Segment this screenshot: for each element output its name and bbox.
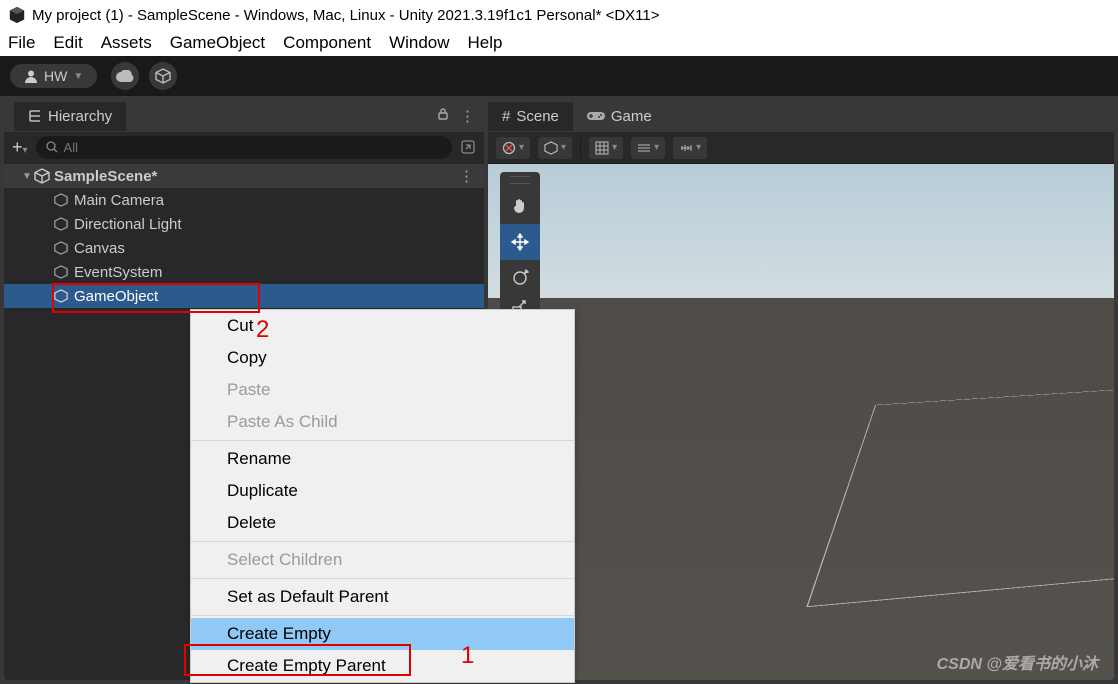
- gameobject-icon: [54, 193, 74, 207]
- ctx-create-empty-parent[interactable]: Create Empty Parent: [191, 650, 574, 682]
- scene-row[interactable]: ▼ SampleScene* ⋮: [4, 164, 484, 188]
- hierarchy-search-input[interactable]: [64, 140, 442, 155]
- item-label: Directional Light: [74, 216, 182, 233]
- hierarchy-tab[interactable]: Hierarchy: [14, 102, 126, 131]
- window-title: My project (1) - SampleScene - Windows, …: [32, 7, 660, 24]
- unity-scene-icon: [34, 168, 54, 184]
- toolbar-increment[interactable]: ▾: [673, 137, 707, 159]
- item-label: EventSystem: [74, 264, 162, 281]
- ctx-delete[interactable]: Delete: [191, 507, 574, 539]
- canvas-wireframe: [806, 373, 1114, 607]
- toolbar-grid[interactable]: ▾: [589, 137, 623, 159]
- tool-palette: [500, 172, 540, 320]
- search-link-icon[interactable]: [460, 139, 476, 155]
- cloud-button[interactable]: [111, 62, 139, 90]
- menu-edit[interactable]: Edit: [53, 33, 82, 53]
- ctx-select-children: Select Children: [191, 544, 574, 576]
- watermark: CSDN @爱看书的小沐: [937, 650, 1098, 674]
- scene-tabbar: # Scene Game: [488, 100, 1114, 132]
- scene-toolbar: ▾ ▾ ▾ ▾ ▾: [488, 132, 1114, 164]
- hierarchy-title: Hierarchy: [48, 108, 112, 125]
- menu-assets[interactable]: Assets: [101, 33, 152, 53]
- gameobject-icon: [54, 289, 74, 303]
- hand-tool[interactable]: [500, 188, 540, 224]
- ctx-separator: [191, 440, 574, 441]
- user-label: HW: [44, 68, 67, 84]
- hierarchy-search[interactable]: [36, 136, 452, 159]
- context-menu: Cut Copy Paste Paste As Child Rename Dup…: [190, 309, 575, 683]
- scene-tab[interactable]: # Scene: [488, 102, 573, 131]
- toolbar-snap[interactable]: ▾: [631, 137, 665, 159]
- scene-viewport[interactable]: [488, 164, 1114, 680]
- move-tool[interactable]: [500, 224, 540, 260]
- menu-help[interactable]: Help: [468, 33, 503, 53]
- create-dropdown[interactable]: +▾: [12, 137, 28, 158]
- scene-name: SampleScene*: [54, 168, 157, 185]
- menu-window[interactable]: Window: [389, 33, 449, 53]
- game-tab-icon: [587, 110, 605, 122]
- chevron-down-icon[interactable]: ▼: [22, 171, 34, 182]
- ctx-cut[interactable]: Cut: [191, 310, 574, 342]
- ctx-duplicate[interactable]: Duplicate: [191, 475, 574, 507]
- ctx-copy[interactable]: Copy: [191, 342, 574, 374]
- hierarchy-icon: [28, 109, 42, 123]
- scene-kebab-icon[interactable]: ⋮: [459, 167, 474, 185]
- chevron-down-icon: ▼: [73, 71, 83, 82]
- kebab-icon[interactable]: ⋮: [460, 107, 474, 125]
- gameobject-icon: [54, 217, 74, 231]
- ctx-rename[interactable]: Rename: [191, 443, 574, 475]
- hierarchy-item-canvas[interactable]: Canvas: [4, 236, 484, 260]
- item-label: GameObject: [74, 288, 158, 305]
- rotate-tool[interactable]: [500, 260, 540, 296]
- window-titlebar: My project (1) - SampleScene - Windows, …: [0, 0, 1118, 30]
- scene-panel: # Scene Game ▾ ▾ ▾ ▾ ▾: [488, 100, 1114, 680]
- package-button[interactable]: [149, 62, 177, 90]
- unity-logo-icon: [8, 6, 26, 24]
- toolbar-2d[interactable]: ▾: [538, 137, 572, 159]
- ctx-create-empty[interactable]: Create Empty: [191, 618, 574, 650]
- hierarchy-item-directional-light[interactable]: Directional Light: [4, 212, 484, 236]
- gameobject-icon: [54, 265, 74, 279]
- menu-file[interactable]: File: [8, 33, 35, 53]
- ctx-set-default-parent[interactable]: Set as Default Parent: [191, 581, 574, 613]
- toolbar-draw-mode[interactable]: ▾: [496, 137, 530, 159]
- ctx-separator: [191, 541, 574, 542]
- hierarchy-tabbar: Hierarchy ⋮: [4, 100, 484, 132]
- ctx-paste-as-child: Paste As Child: [191, 406, 574, 438]
- account-dropdown[interactable]: HW ▼: [10, 64, 97, 88]
- menubar: File Edit Assets GameObject Component Wi…: [0, 30, 1118, 56]
- gameobject-icon: [54, 241, 74, 255]
- scene-tab-icon: #: [502, 108, 510, 125]
- game-tab[interactable]: Game: [573, 102, 666, 131]
- item-label: Main Camera: [74, 192, 164, 209]
- user-icon: [24, 69, 38, 83]
- ctx-separator: [191, 615, 574, 616]
- game-tab-label: Game: [611, 108, 652, 125]
- menu-component[interactable]: Component: [283, 33, 371, 53]
- ctx-separator: [191, 578, 574, 579]
- search-icon: [46, 141, 58, 153]
- item-label: Canvas: [74, 240, 125, 257]
- hierarchy-item-eventsystem[interactable]: EventSystem: [4, 260, 484, 284]
- scene-tab-label: Scene: [516, 108, 559, 125]
- hierarchy-toolbar: +▾: [4, 132, 484, 162]
- ctx-paste: Paste: [191, 374, 574, 406]
- app-toolbar: HW ▼: [0, 56, 1118, 96]
- menu-gameobject[interactable]: GameObject: [170, 33, 265, 53]
- hierarchy-item-main-camera[interactable]: Main Camera: [4, 188, 484, 212]
- hierarchy-item-gameobject[interactable]: GameObject: [4, 284, 484, 308]
- lock-icon[interactable]: [436, 107, 450, 125]
